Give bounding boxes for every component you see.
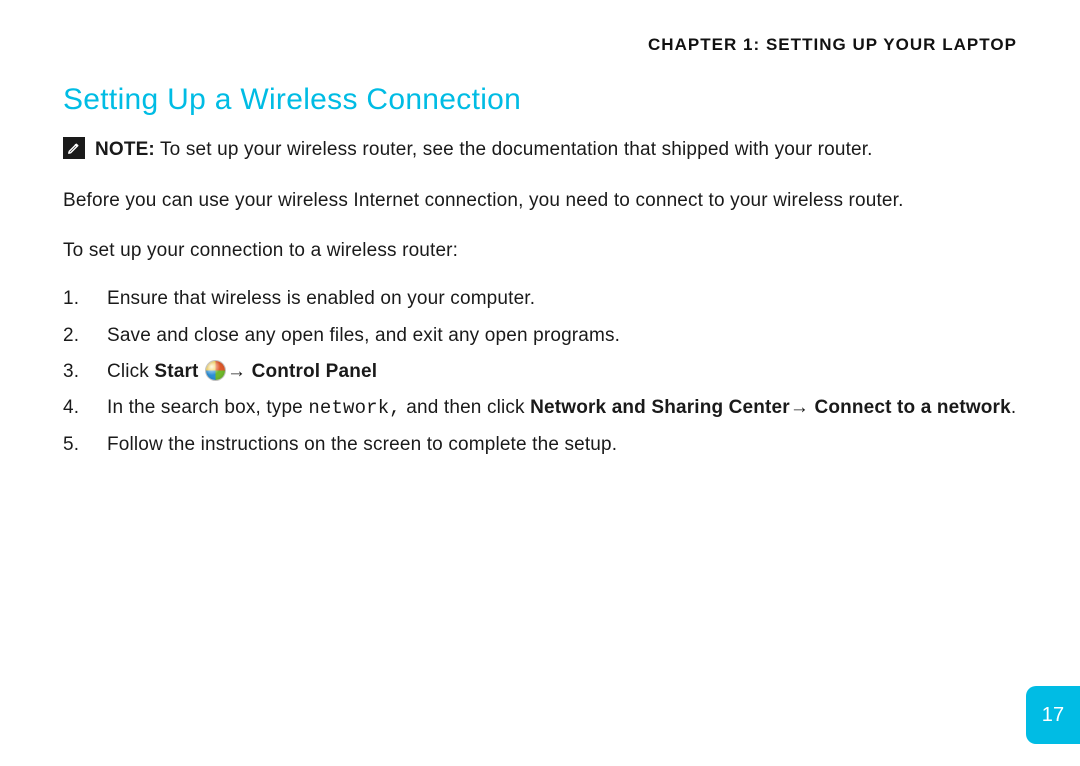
- note-body: To set up your wireless router, see the …: [155, 139, 873, 160]
- steps-list: Ensure that wireless is enabled on your …: [63, 283, 1017, 460]
- step-5: Follow the instructions on the screen to…: [63, 429, 1017, 461]
- step-3-control-panel: Control Panel: [252, 361, 378, 382]
- step-4-nsc: Network and Sharing Center: [530, 397, 790, 418]
- step-3-start: Start: [154, 361, 198, 382]
- note-block: NOTE: To set up your wireless router, se…: [63, 135, 1017, 164]
- step-3-pre: Click: [107, 361, 154, 382]
- note-text: NOTE: To set up your wireless router, se…: [95, 135, 873, 164]
- windows-start-orb-icon: [206, 361, 225, 380]
- lead-in-text: To set up your connection to a wireless …: [63, 236, 1017, 265]
- intro-paragraph: Before you can use your wireless Interne…: [63, 186, 1017, 215]
- page-number: 17: [1042, 704, 1065, 727]
- page-number-tab: 17: [1026, 686, 1080, 744]
- step-3: Click Start → Control Panel: [63, 356, 1017, 388]
- section-title: Setting Up a Wireless Connection: [63, 83, 1017, 117]
- step-1: Ensure that wireless is enabled on your …: [63, 283, 1017, 315]
- step-4: In the search box, type network, and the…: [63, 392, 1017, 424]
- step-3-arrow: →: [227, 361, 252, 382]
- step-4-code: network,: [308, 397, 401, 419]
- step-4-pre: In the search box, type: [107, 397, 308, 418]
- step-4-end: .: [1011, 397, 1016, 418]
- note-pencil-icon: [63, 137, 85, 159]
- step-2: Save and close any open files, and exit …: [63, 320, 1017, 352]
- step-4-arrow: →: [790, 397, 815, 418]
- step-4-connect: Connect to a network: [814, 397, 1010, 418]
- chapter-header: CHAPTER 1: SETTING UP YOUR LAPTOP: [63, 35, 1017, 55]
- step-4-mid: and then click: [401, 397, 530, 418]
- note-label: NOTE:: [95, 139, 155, 160]
